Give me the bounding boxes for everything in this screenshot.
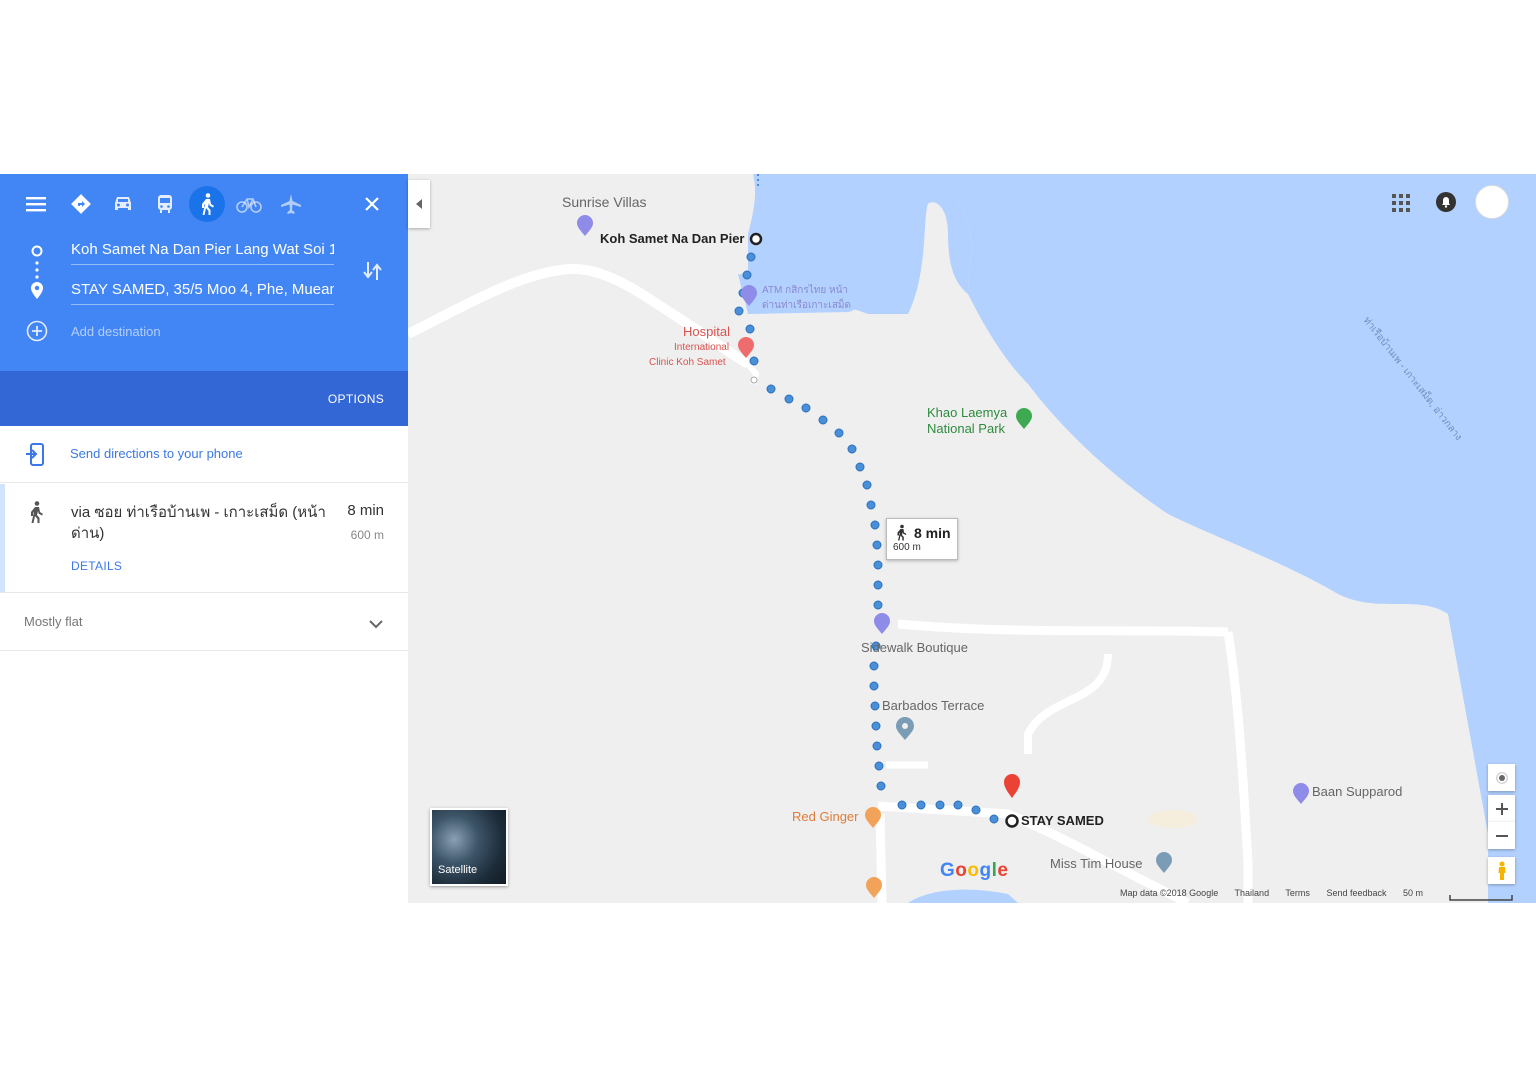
map-footer: Map data ©2018 Google Thailand Terms Sen…: [1120, 888, 1437, 898]
satellite-toggle[interactable]: Satellite: [430, 808, 508, 886]
directions-panel: Koh Samet Na Dan Pier Lang Wat Soi 1 STA…: [0, 174, 408, 903]
details-button[interactable]: DETAILS: [71, 559, 122, 573]
collapse-panel-button[interactable]: [408, 180, 430, 228]
place-label-park[interactable]: National Park: [927, 421, 1005, 436]
place-label[interactable]: Sidewalk Boutique: [861, 640, 968, 655]
origin-marker: [749, 232, 763, 246]
directions-icon[interactable]: [63, 186, 99, 222]
apps-grid-icon[interactable]: [1392, 194, 1410, 217]
menu-icon[interactable]: [18, 186, 54, 222]
directions-header: Koh Samet Na Dan Pier Lang Wat Soi 1 STA…: [0, 174, 408, 371]
maps-app: Koh Samet Na Dan Pier Lang Wat Soi 1 STA…: [0, 174, 1536, 903]
add-destination-input[interactable]: Add destination: [71, 320, 334, 346]
avatar[interactable]: [1475, 185, 1509, 219]
waypoint-icons: [26, 245, 48, 342]
send-feedback-link[interactable]: Send feedback: [1326, 888, 1386, 898]
zoom-out-button[interactable]: [1488, 822, 1515, 849]
walking-icon: [26, 500, 46, 531]
chevron-down-icon[interactable]: [369, 616, 383, 634]
route-distance: 600 m: [350, 528, 384, 542]
map-data-credit: Map data ©2018 Google: [1120, 888, 1219, 898]
origin-input[interactable]: Koh Samet Na Dan Pier Lang Wat Soi 1: [71, 238, 334, 265]
elevation-row[interactable]: Mostly flat: [0, 594, 408, 651]
elevation-text: Mostly flat: [24, 614, 83, 629]
route-via-text: via ซอย ท่าเรือบ้านเพ - เกาะเสม็ด (หน้าด…: [71, 504, 326, 542]
place-label[interactable]: Red Ginger: [792, 809, 858, 824]
country-label[interactable]: Thailand: [1235, 888, 1270, 898]
close-icon[interactable]: [354, 186, 390, 222]
zoom-controls: [1488, 764, 1515, 884]
bottom-pool: [908, 889, 1018, 903]
notifications-icon[interactable]: [1435, 191, 1457, 218]
scale-bar: [1449, 895, 1513, 901]
pegman-icon: [1498, 861, 1505, 880]
place-label[interactable]: Baan Supparod: [1312, 784, 1402, 799]
place-label-clinic[interactable]: International: [674, 342, 729, 353]
send-directions-link[interactable]: Send directions to your phone: [70, 446, 243, 461]
chevron-left-icon: [416, 199, 422, 209]
place-label-hospital[interactable]: Hospital: [683, 324, 730, 339]
side-road: [897, 619, 1229, 637]
walking-icon[interactable]: [189, 186, 225, 222]
route-option[interactable]: via ซอย ท่าเรือบ้านเพ - เกาะเสม็ด (หน้าด…: [0, 484, 408, 593]
destination-pin: [1004, 774, 1020, 828]
selected-route-indicator: [0, 484, 5, 592]
terms-link[interactable]: Terms: [1285, 888, 1310, 898]
place-label-park[interactable]: Khao Laemya: [927, 405, 1007, 420]
place-label[interactable]: Barbados Terrace: [882, 698, 984, 713]
place-label-destination[interactable]: STAY SAMED: [1021, 813, 1104, 828]
send-to-phone-row[interactable]: Send directions to your phone: [0, 426, 408, 483]
place-label[interactable]: Sunrise Villas: [562, 194, 647, 210]
bicycle-icon[interactable]: [231, 186, 267, 222]
street-view-pegman[interactable]: [1488, 857, 1515, 884]
eta-distance: 600 m: [893, 542, 921, 553]
location-icon: [1495, 771, 1508, 784]
google-logo: Google: [940, 860, 1009, 881]
zoom-in-button[interactable]: [1488, 795, 1515, 822]
minus-icon: [1495, 834, 1508, 837]
eta-time: 8 min: [914, 525, 951, 541]
car-icon[interactable]: [105, 186, 141, 222]
travel-mode-bar: [0, 186, 408, 222]
place-label-pier[interactable]: Koh Samet Na Dan Pier: [600, 231, 745, 246]
map-canvas[interactable]: Sunrise Villas Koh Samet Na Dan Pier ATM…: [408, 174, 1536, 903]
plus-icon: [1495, 802, 1508, 815]
walking-icon: [897, 524, 907, 541]
route-time: 8 min: [347, 502, 384, 519]
my-location-button[interactable]: [1488, 764, 1515, 791]
destination-input[interactable]: STAY SAMED, 35/5 Moo 4, Phe, Mueang: [71, 278, 334, 305]
building-patch: [1148, 810, 1198, 828]
waypoint-dot: [750, 376, 758, 384]
transit-icon[interactable]: [147, 186, 183, 222]
send-phone-icon: [25, 443, 47, 472]
loop-road: [1024, 653, 1112, 754]
options-button[interactable]: OPTIONS: [328, 392, 384, 406]
satellite-label: Satellite: [438, 864, 478, 876]
flight-icon[interactable]: [273, 186, 309, 222]
place-label-atm[interactable]: ATM กสิกรไทย หน้า: [762, 283, 848, 298]
route-dots: [734, 252, 999, 824]
east-road: [1223, 631, 1253, 903]
place-label-atm[interactable]: ด่านท่าเรือเกาะเสม็ด: [762, 298, 851, 313]
route-eta-bubble[interactable]: 8 min 600 m: [886, 518, 958, 560]
place-label-clinic[interactable]: Clinic Koh Samet: [649, 357, 726, 368]
place-label[interactable]: Miss Tim House: [1050, 856, 1142, 871]
swap-icon[interactable]: [362, 260, 384, 282]
scale-label[interactable]: 50 m: [1403, 888, 1423, 898]
